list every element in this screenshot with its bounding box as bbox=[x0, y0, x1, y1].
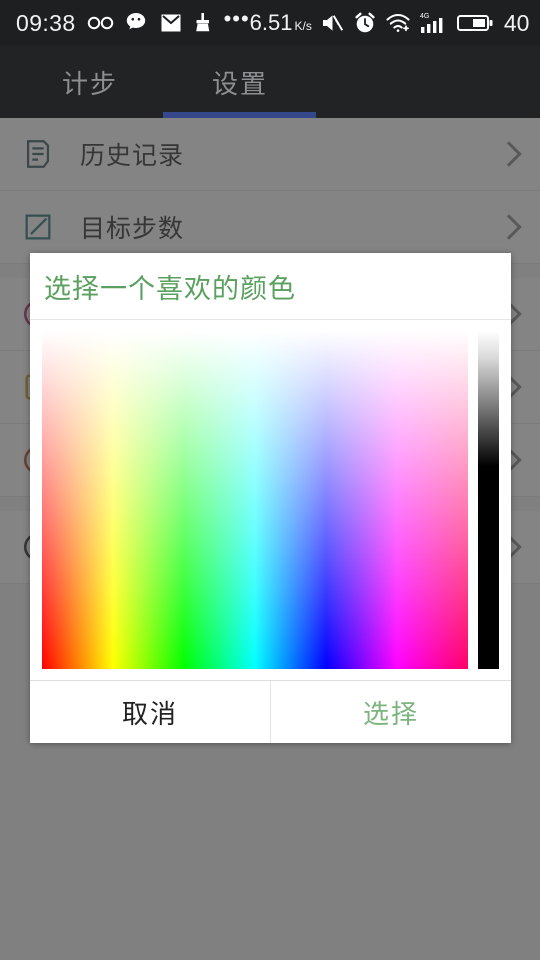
dialog-body bbox=[30, 320, 511, 680]
broom-icon bbox=[192, 12, 214, 34]
svg-text:4G: 4G bbox=[420, 13, 429, 20]
mail-icon bbox=[160, 12, 182, 34]
network-rate: 6.51 K/s bbox=[250, 12, 312, 34]
dialog-title: 选择一个喜欢的颜色 bbox=[30, 253, 511, 320]
saturation-value-panel[interactable] bbox=[42, 331, 469, 669]
brightness-slider[interactable] bbox=[478, 331, 499, 669]
tab-step-counter[interactable]: 计步 bbox=[10, 46, 170, 118]
cancel-button[interactable]: 取消 bbox=[30, 681, 271, 743]
tab-settings[interactable]: 设置 bbox=[160, 46, 320, 118]
infinity-icon bbox=[86, 13, 116, 33]
status-bar-left: 09:38 ••• bbox=[16, 8, 250, 36]
network-rate-value: 6.51 bbox=[249, 10, 293, 35]
white-overlay-gradient bbox=[42, 331, 469, 669]
alarm-icon bbox=[354, 12, 376, 34]
dialog-actions: 取消 选择 bbox=[30, 680, 511, 743]
mute-icon bbox=[321, 12, 345, 34]
color-picker-dialog: 选择一个喜欢的颜色 取消 选择 bbox=[30, 253, 511, 743]
phone-screen: 历史记录 目标步数 bbox=[0, 0, 540, 960]
wifi-icon bbox=[385, 12, 411, 34]
wechat-icon bbox=[126, 12, 150, 34]
battery-percent: 40 bbox=[503, 9, 530, 36]
tab-bar: 计步 设置 bbox=[0, 46, 540, 118]
status-bar: 09:38 ••• 6.51 K/s 4G 40 bbox=[0, 0, 540, 46]
select-button[interactable]: 选择 bbox=[271, 681, 511, 743]
battery-icon bbox=[456, 13, 493, 33]
tab-active-indicator bbox=[163, 112, 316, 118]
status-bar-right: 6.51 K/s 4G 40 bbox=[250, 11, 530, 35]
signal-4g-icon: 4G bbox=[420, 11, 448, 35]
status-clock: 09:38 bbox=[16, 9, 76, 36]
more-dots-icon: ••• bbox=[223, 6, 250, 31]
network-rate-unit: K/s bbox=[294, 19, 312, 33]
